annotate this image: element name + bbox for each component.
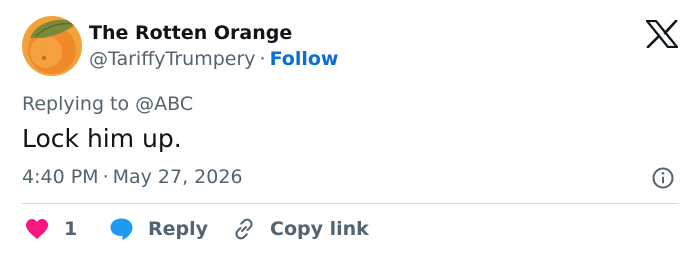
tweet-text: Lock him up.	[22, 124, 182, 153]
heart-icon	[26, 219, 48, 239]
x-logo-icon[interactable]	[645, 19, 679, 49]
orange-avatar-image	[22, 16, 82, 76]
tweet-timestamp[interactable]: 4:40 PM · May 27, 2026	[22, 166, 243, 188]
replying-to-text[interactable]: Replying to @ABC	[22, 93, 193, 115]
tweet-time: 4:40 PM	[22, 166, 99, 188]
follow-button[interactable]: Follow	[270, 48, 339, 70]
reply-label: Reply	[148, 218, 209, 240]
tweet-embed-card: The Rotten Orange @TariffyTrumpery · Follo…	[0, 0, 700, 256]
separator-dot: ·	[102, 166, 109, 188]
copy-link-button[interactable]: Copy link	[232, 215, 369, 243]
author-handle[interactable]: @TariffyTrumpery	[89, 48, 256, 70]
divider	[22, 203, 678, 204]
like-count: 1	[64, 218, 78, 240]
info-icon[interactable]	[651, 166, 675, 190]
tweet-date: May 27, 2026	[112, 166, 243, 188]
reply-button[interactable]: Reply	[109, 215, 208, 243]
avatar[interactable]	[22, 16, 82, 76]
separator-dot: ·	[259, 48, 266, 70]
author-display-name[interactable]: The Rotten Orange	[89, 22, 292, 44]
like-button[interactable]: 1	[25, 215, 77, 243]
speech-bubble-icon	[110, 218, 133, 240]
link-icon	[235, 218, 253, 240]
author-handle-row: @TariffyTrumpery · Follow	[89, 48, 338, 70]
copy-link-label: Copy link	[270, 218, 369, 240]
